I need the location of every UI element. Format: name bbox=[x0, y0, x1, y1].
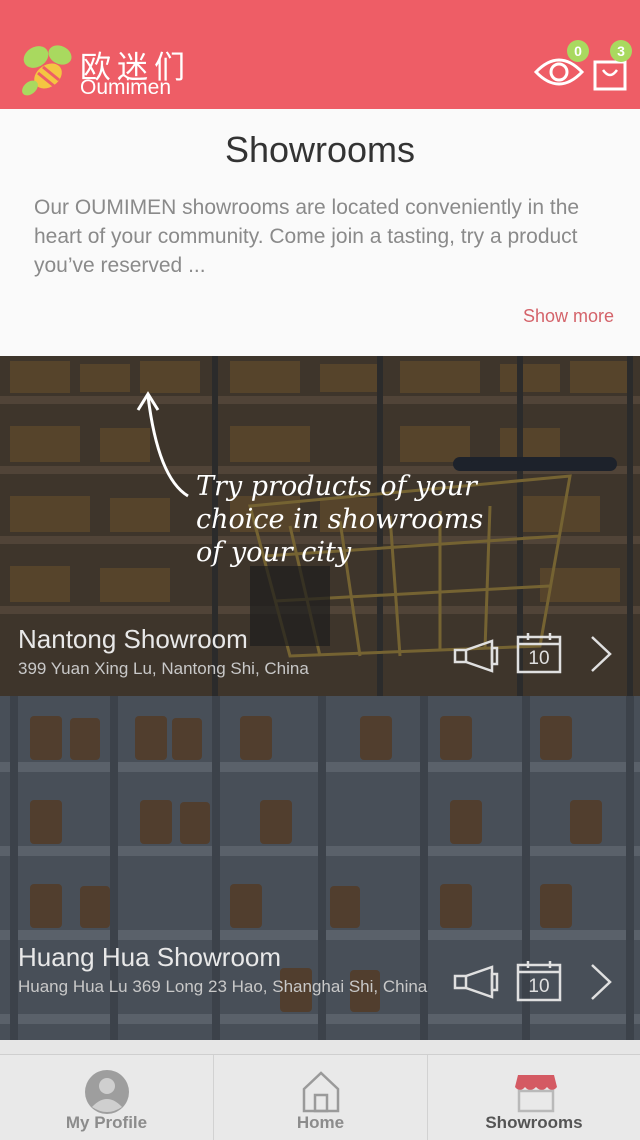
intro-section: Showrooms Our OUMIMEN showrooms are loca… bbox=[0, 109, 640, 356]
intro-description: Our OUMIMEN showrooms are located conven… bbox=[34, 196, 580, 277]
megaphone-icon[interactable] bbox=[452, 964, 500, 1000]
chevron-right-icon[interactable] bbox=[588, 634, 614, 674]
annotation-text: Try products of your choice in showrooms… bbox=[196, 470, 483, 569]
calendar-day: 10 bbox=[528, 648, 550, 669]
bottom-tab-bar: My Profile Home Showrooms bbox=[0, 1054, 640, 1140]
store-icon bbox=[515, 1075, 557, 1113]
chevron-right-icon[interactable] bbox=[588, 962, 614, 1002]
showroom-address: Huang Hua Lu 369 Long 23 Hao, Shanghai S… bbox=[18, 977, 428, 996]
showroom-name: Nantong Showroom bbox=[18, 624, 248, 654]
annotation-arrow-icon bbox=[136, 391, 189, 498]
home-icon bbox=[302, 1071, 340, 1113]
tab-label: My Profile bbox=[65, 1113, 148, 1132]
annotation-line: choice in showrooms bbox=[196, 504, 484, 535]
showroom-address: 399 Yuan Xing Lu, Nantong Shi, China bbox=[18, 659, 309, 678]
annotation-line: of your city bbox=[196, 537, 352, 568]
bee-logo-icon[interactable] bbox=[16, 40, 78, 100]
tab-showrooms[interactable]: Showrooms bbox=[427, 1055, 640, 1140]
tab-label: Home bbox=[296, 1113, 345, 1132]
calendar-day: 10 bbox=[528, 976, 550, 997]
annotation-line: Try products of your bbox=[196, 471, 477, 502]
app-header: 欧迷们 Oumimen 0 3 bbox=[0, 0, 640, 109]
viewed-count-badge: 0 bbox=[567, 40, 589, 62]
megaphone-icon[interactable] bbox=[452, 638, 500, 674]
cart-count-badge: 3 bbox=[610, 40, 632, 62]
tab-my-profile[interactable]: My Profile bbox=[0, 1055, 213, 1140]
showroom-name: Huang Hua Showroom bbox=[18, 942, 282, 972]
tab-label: Showrooms bbox=[485, 1113, 583, 1132]
brand-name-english: Oumimen bbox=[80, 76, 172, 99]
showroom-card-huang-hua[interactable]: Huang Hua Showroom Huang Hua Lu 369 Long… bbox=[0, 696, 640, 1040]
tab-home[interactable]: Home bbox=[213, 1055, 427, 1140]
show-more-link[interactable]: Show more bbox=[523, 306, 614, 327]
page-title: Showrooms bbox=[224, 129, 416, 170]
profile-icon bbox=[85, 1070, 129, 1114]
